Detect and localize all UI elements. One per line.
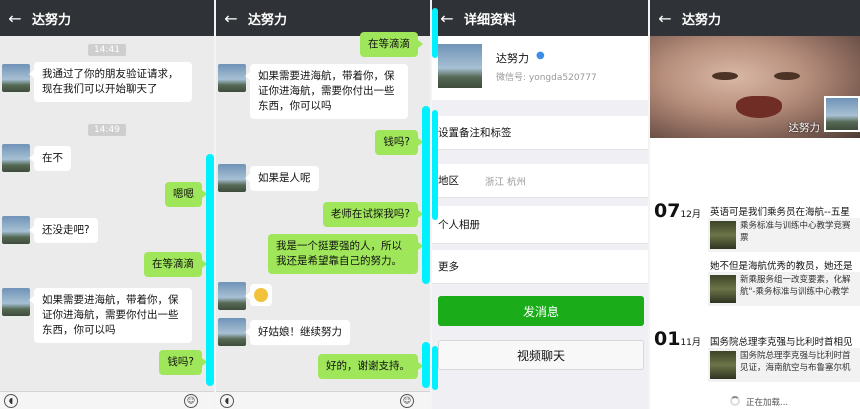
post-thumbnail	[710, 221, 736, 249]
chat-messages: 在等滴滴 如果需要进海航，带着你，保证你进海航，需要你付出一些东西，你可以吗 钱…	[216, 32, 430, 391]
post-month: 11月	[680, 338, 701, 348]
chat-input-bar: ◖ ☺	[216, 391, 430, 409]
highlight-marker	[422, 342, 430, 388]
chat-header: ← 达努力	[0, 0, 214, 36]
send-message-button[interactable]: 发消息	[438, 296, 644, 326]
post-day: 07	[654, 200, 681, 222]
cover-detail	[712, 72, 738, 80]
profile-card: 达努力 ● 微信号: yongda520777	[432, 36, 648, 100]
post-title: 她不但是海航优秀的教员，她还是	[710, 261, 853, 272]
post-link-card[interactable]: 国务院总理李克强与比利时首 见证，海南航空与布鲁塞尔机	[708, 348, 860, 382]
contact-avatar[interactable]	[218, 282, 246, 310]
sticker-icon	[254, 288, 268, 302]
highlight-marker	[206, 154, 214, 386]
sticker-bubble	[245, 284, 272, 306]
region-row: 地区 浙江 杭州	[432, 164, 648, 198]
more-row[interactable]: 更多	[432, 250, 648, 284]
row-label: 地区	[438, 175, 459, 187]
voice-icon[interactable]: ◖	[4, 394, 18, 408]
chat-header: ← 达努力	[216, 0, 430, 36]
person-icon: ●	[536, 50, 545, 61]
post-date: 0712月	[654, 200, 701, 222]
message-bubble: 钱吗?	[159, 350, 207, 375]
post-link-card[interactable]: 乘务标准与训练中心教学竞赛 票	[708, 218, 860, 252]
message-bubble: 在不	[29, 146, 71, 171]
profile-panel: ← 详细资料 达努力 ● 微信号: yongda520777 设置备注和标签 地…	[432, 0, 648, 409]
message-bubble: 我是一个挺要强的人，所以我还是希望靠自己的努力。	[268, 234, 423, 274]
message-bubble: 如果是人呢	[245, 166, 319, 191]
wechat-id: 微信号: yongda520777	[496, 73, 597, 83]
post-thumbnail	[710, 275, 736, 303]
moments-header: ← 达努力	[650, 0, 860, 36]
row-label: 个人相册	[438, 219, 480, 231]
highlight-marker	[432, 8, 438, 58]
album-row[interactable]: 个人相册	[432, 206, 648, 244]
moments-panel: ← 达努力 达努力 0712月 英语可是我们乘务员在海航--五星 乘务标准与训练…	[650, 0, 860, 409]
contact-avatar[interactable]	[218, 318, 246, 346]
message-bubble: 我通过了你的朋友验证请求，现在我们可以开始聊天了	[29, 62, 192, 102]
message-bubble: 在等滴滴	[144, 252, 207, 277]
cover-name: 达努力	[788, 122, 821, 134]
contact-avatar[interactable]	[2, 144, 30, 172]
contact-avatar[interactable]	[2, 216, 30, 244]
highlight-marker	[432, 346, 438, 390]
remark-row[interactable]: 设置备注和标签	[432, 116, 648, 150]
message-bubble: 如果需要进海航，带着你，保证你进海航，需要你付出一些东西，你可以吗	[245, 64, 408, 119]
post-snippet: 国务院总理李克强与比利时首 见证，海南航空与布鲁塞尔机	[740, 351, 851, 373]
cover-detail	[774, 72, 800, 80]
post-title: 国务院总理李克强与比利时首相见	[710, 337, 853, 348]
loading-spinner-icon	[730, 396, 740, 406]
highlight-marker	[422, 106, 430, 284]
message-bubble: 还没走吧?	[29, 218, 98, 243]
post-link-card[interactable]: 新乘服务组一改变要素，化解 航"-乘务标准与训练中心教学	[708, 272, 860, 306]
message-bubble: 如果需要进海航，带着你，保证你进海航，需要你付出一些东西，你可以吗	[29, 288, 192, 343]
highlight-marker	[432, 110, 438, 220]
cover-detail	[736, 96, 782, 118]
row-label: 更多	[438, 261, 459, 273]
profile-header: ← 详细资料	[432, 0, 648, 36]
chat-title: 达努力	[248, 12, 288, 28]
chat-messages: 14:41 我通过了你的朋友验证请求，现在我们可以开始聊天了 14:49 在不 …	[0, 36, 214, 391]
page-title: 达努力	[682, 12, 722, 28]
post-thumbnail	[710, 351, 736, 379]
page-title: 详细资料	[464, 12, 517, 28]
back-arrow-icon[interactable]: ←	[0, 9, 30, 28]
message-bubble: 好姑娘！继续努力	[245, 320, 350, 345]
voice-icon[interactable]: ◖	[220, 394, 234, 408]
moments-avatar[interactable]	[824, 96, 860, 132]
back-arrow-icon[interactable]: ←	[216, 9, 246, 28]
post-title: 英语可是我们乘务员在海航--五星	[710, 207, 850, 218]
message-bubble: 钱吗?	[375, 130, 423, 155]
chat-panel-1: ← 达努力 14:41 我通过了你的朋友验证请求，现在我们可以开始聊天了 14:…	[0, 0, 214, 409]
post-day: 01	[654, 328, 681, 350]
message-bubble: 好的，谢谢支持。	[318, 354, 423, 379]
message-bubble: 嗯嗯	[165, 182, 207, 207]
back-arrow-icon[interactable]: ←	[650, 9, 680, 28]
chat-input-bar: ◖ ☺	[0, 391, 214, 409]
emoji-icon[interactable]: ☺	[184, 394, 198, 408]
contact-avatar[interactable]	[2, 64, 30, 92]
post-snippet: 新乘服务组一改变要素，化解 航"-乘务标准与训练中心教学	[740, 275, 851, 297]
post-month: 12月	[680, 210, 701, 220]
post-date: 0111月	[654, 328, 701, 350]
timestamp: 14:49	[88, 124, 126, 136]
emoji-icon[interactable]: ☺	[400, 394, 414, 408]
contact-avatar[interactable]	[2, 288, 30, 316]
timestamp: 14:41	[88, 44, 126, 56]
region-value: 浙江 杭州	[485, 176, 527, 188]
profile-name: 达努力	[496, 52, 529, 65]
post-snippet: 乘务标准与训练中心教学竞赛 票	[740, 221, 851, 243]
row-label: 设置备注和标签	[438, 127, 512, 139]
profile-avatar[interactable]	[438, 44, 482, 88]
message-bubble: 老师在试探我吗?	[322, 202, 424, 227]
video-chat-button[interactable]: 视频聊天	[438, 340, 644, 370]
loading-text: 正在加载...	[746, 398, 789, 408]
chat-title: 达努力	[32, 12, 72, 28]
contact-avatar[interactable]	[218, 64, 246, 92]
message-bubble: 在等滴滴	[360, 32, 423, 57]
contact-avatar[interactable]	[218, 164, 246, 192]
chat-panel-2: ← 达努力 在等滴滴 如果需要进海航，带着你，保证你进海航，需要你付出一些东西，…	[216, 0, 430, 409]
